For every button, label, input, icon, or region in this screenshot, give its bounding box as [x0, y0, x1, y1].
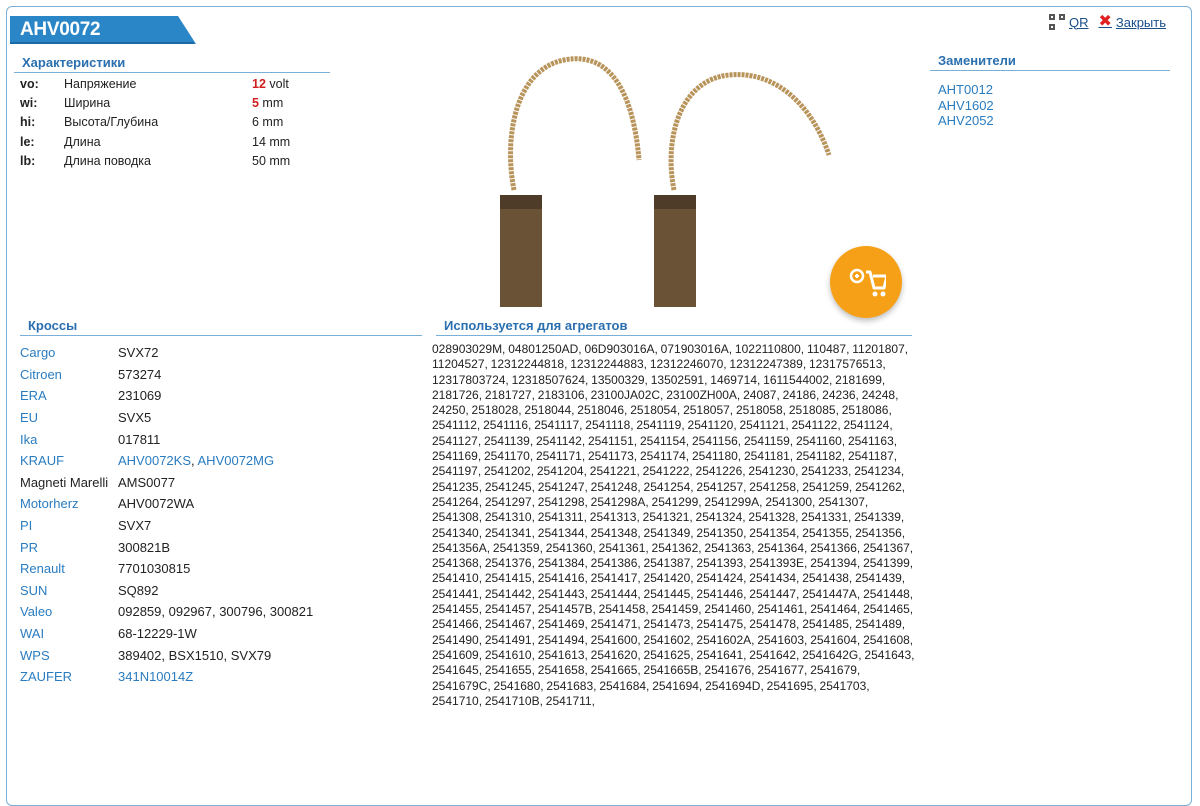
cross-brand[interactable]: Cargo — [20, 345, 118, 360]
spec-value: 14 mm — [252, 134, 291, 149]
cross-value: 017811 — [118, 431, 161, 447]
cross-brand[interactable]: Renault — [20, 561, 118, 576]
cross-row: Cargo SVX72 — [20, 342, 313, 364]
spec-label: Высота/Глубина — [64, 115, 159, 130]
product-image — [500, 56, 832, 307]
cross-row: Motorherz AHV0072WA — [20, 493, 313, 515]
qr-link[interactable]: QR — [1049, 14, 1089, 30]
cross-row: PI SVX7 — [20, 515, 313, 537]
spec-label: Длина — [64, 134, 101, 149]
spec-row: le: Длина 14 mm — [20, 132, 290, 151]
cross-value: 341N10014Z — [118, 669, 193, 684]
cross-value: AHV0072KS, AHV0072MG — [118, 453, 275, 469]
cross-brand[interactable]: SUN — [20, 583, 118, 598]
substitutes-heading: Заменители — [930, 53, 1170, 71]
cross-brand: Magneti Marelli — [20, 474, 109, 490]
cross-brand[interactable]: ERA — [20, 388, 118, 403]
cross-value-link[interactable]: AHV0072KS — [118, 453, 191, 468]
spec-row: vo: Напряжение 12 volt — [20, 74, 290, 93]
cross-row: Citroen 573274 — [20, 364, 313, 386]
spec-code: wi: — [20, 95, 38, 110]
spec-value: 12 volt — [252, 76, 289, 91]
crosses-table: Cargo SVX72 Citroen 573274 ERA 231069 EU SVX5 Ik… — [20, 342, 313, 688]
cross-brand[interactable]: WAI — [20, 626, 118, 641]
cross-brand[interactable]: KRAUF — [20, 453, 118, 468]
cross-value: 231069 — [118, 388, 162, 404]
spec-row: wi: Ширина 5 mm — [20, 93, 290, 112]
cross-value: 389402, BSX1510, SVX79 — [118, 647, 272, 663]
substitutes-list: AHT0012 AHV1602 AHV2052 — [938, 82, 994, 129]
spec-label: Напряжение — [64, 76, 137, 91]
spec-value: 50 mm — [252, 153, 291, 168]
spec-row: lb: Длина поводка 50 mm — [20, 151, 290, 170]
cross-row: Renault 7701030815 — [20, 558, 313, 580]
close-icon: ✖ — [1098, 13, 1112, 30]
qr-label: QR — [1069, 14, 1089, 30]
usage-heading: Используется для агрегатов — [436, 318, 912, 336]
cross-value: SVX7 — [118, 518, 152, 534]
spec-row: hi: Высота/Глубина 6 mm — [20, 113, 290, 132]
usage-list: 028903029M, 04801250AD, 06D903016A, 0719… — [432, 342, 915, 708]
cross-row: PR 300821B — [20, 536, 313, 558]
crosses-heading: Кроссы — [20, 318, 422, 336]
spec-value: 6 mm — [252, 115, 284, 130]
substitute-link[interactable]: AHV2052 — [938, 113, 994, 129]
cross-row: ZAUFER 341N10014Z — [20, 666, 313, 688]
cart-icon — [849, 268, 886, 297]
add-to-cart-button[interactable] — [830, 246, 902, 318]
cross-brand[interactable]: EU — [20, 410, 118, 425]
spec-value: 5 mm — [252, 95, 284, 110]
product-code-title: AHV0072 — [10, 16, 196, 44]
cross-row: WAI 68-12229-1W — [20, 623, 313, 645]
cross-value: SVX72 — [118, 345, 159, 361]
cross-value: 573274 — [118, 366, 162, 382]
cross-value-link[interactable]: AHV0072MG — [198, 453, 275, 468]
cross-row: Ika 017811 — [20, 428, 313, 450]
close-label: Закрыть — [1115, 14, 1166, 30]
cross-value: SVX5 — [118, 410, 152, 426]
spec-label: Ширина — [64, 95, 111, 110]
qr-icon — [1049, 14, 1066, 30]
cross-value: AMS0077 — [118, 474, 176, 490]
spec-code: hi: — [20, 115, 36, 130]
top-actions: QR ✖ Закрыть — [1049, 14, 1166, 30]
cross-value: 7701030815 — [118, 561, 191, 577]
cross-brand[interactable]: Citroen — [20, 367, 118, 382]
cross-brand[interactable]: Motorherz — [20, 496, 118, 511]
cross-brand[interactable]: WPS — [20, 648, 118, 663]
cross-brand[interactable]: PR — [20, 540, 118, 555]
spec-code: le: — [20, 134, 35, 149]
cross-brand[interactable]: ZAUFER — [20, 669, 118, 684]
specs-list: vo: Напряжение 12 volt wi: Ширина 5 mm hi: Высо… — [20, 74, 290, 170]
cross-row: EU SVX5 — [20, 407, 313, 429]
cross-row: WPS 389402, BSX1510, SVX79 — [20, 644, 313, 666]
cross-value: SQ892 — [118, 582, 159, 598]
close-link[interactable]: ✖ Закрыть — [1099, 14, 1166, 30]
cross-value: 68-12229-1W — [118, 626, 197, 642]
substitute-link[interactable]: AHV1602 — [938, 98, 994, 114]
cross-value: 092859, 092967, 300796, 300821 — [118, 604, 314, 620]
cross-value-link[interactable]: 341N10014Z — [118, 669, 193, 684]
cross-row: ERA 231069 — [20, 385, 313, 407]
cross-value: 300821B — [118, 539, 171, 555]
cross-row: Valeo 092859, 092967, 300796, 300821 — [20, 601, 313, 623]
cross-brand[interactable]: Valeo — [20, 604, 118, 619]
specs-heading: Характеристики — [14, 55, 330, 73]
cross-row: KRAUF AHV0072KS, AHV0072MG — [20, 450, 313, 472]
cross-value: AHV0072WA — [118, 496, 195, 512]
spec-code: lb: — [20, 153, 36, 168]
cross-row: Magneti Marelli AMS0077 — [20, 472, 313, 494]
spec-label: Длина поводка — [64, 153, 151, 168]
cross-row: SUN SQ892 — [20, 580, 313, 602]
substitute-link[interactable]: AHT0012 — [938, 82, 994, 98]
cross-brand[interactable]: PI — [20, 518, 118, 533]
cross-brand[interactable]: Ika — [20, 432, 118, 447]
spec-code: vo: — [20, 76, 39, 91]
